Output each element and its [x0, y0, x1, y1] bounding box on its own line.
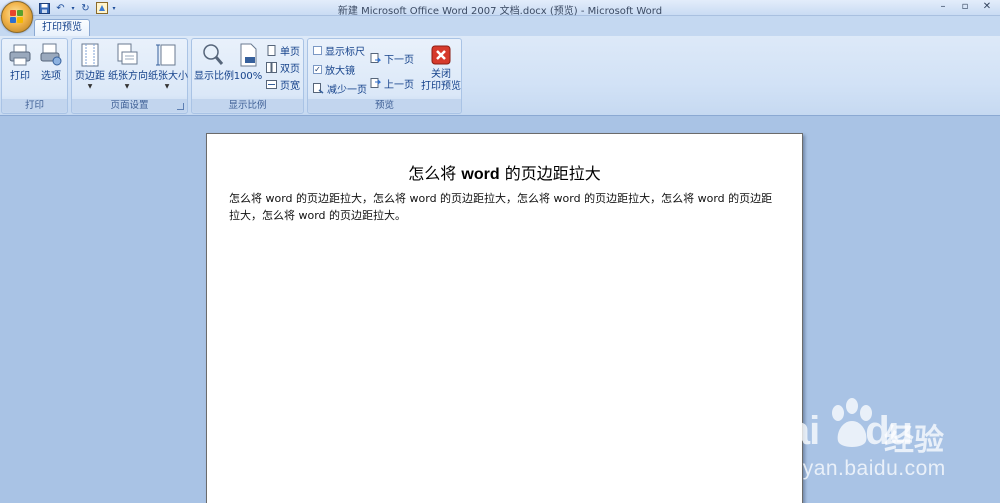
title-post: 的页边距拉大: [499, 164, 601, 183]
zoom-label: 显示比例: [194, 71, 234, 82]
page-setup-group-label: 页面设置: [72, 99, 187, 112]
magnifier-label: 放大镜: [325, 66, 355, 77]
page-width-icon: [266, 79, 277, 90]
options-button[interactable]: 选项: [36, 41, 66, 101]
next-page-button[interactable]: 下一页: [370, 51, 414, 66]
zoom-button[interactable]: 显示比例: [194, 41, 234, 101]
window-controls: – ▫ ✕: [932, 0, 998, 14]
show-ruler-label: 显示标尺: [325, 47, 365, 58]
title-pre: 怎么将: [408, 164, 462, 183]
ribbon-tab-row: 打印预览: [0, 16, 1000, 36]
size-button[interactable]: 纸张大小 ▼: [148, 41, 188, 101]
print-options-icon: [39, 43, 63, 67]
size-dropdown-icon: ▼: [164, 83, 170, 90]
close-print-preview-button[interactable]: 关闭 打印预览: [420, 41, 462, 101]
document-page[interactable]: 怎么将 word 的页边距拉大 怎么将 word 的页边距拉大，怎么将 word…: [206, 133, 803, 503]
zoom-group: 显示比例 100% 单页 双页 页宽 显示比例: [191, 38, 304, 114]
close-window-button[interactable]: ✕: [976, 0, 998, 14]
hundred-percent-label: 100%: [233, 71, 263, 82]
print-group-label: 打印: [2, 99, 67, 112]
printer-icon: [8, 43, 32, 67]
watermark-jingyan: 经验: [884, 423, 944, 458]
magnifier-checkbox[interactable]: ✓ 放大镜: [313, 62, 355, 77]
shrink-one-page-button[interactable]: 减少一页: [313, 81, 367, 96]
ribbon: 打印 选项 打印 页边距 ▼ 纸张方向 ▼ 纸张大小 ▼ 页面设置 显示比例 1…: [0, 36, 1000, 116]
window-title: 新建 Microsoft Office Word 2007 文档.docx (预…: [337, 6, 663, 17]
show-ruler-check-icon: [313, 46, 322, 55]
page-setup-group: 页边距 ▼ 纸张方向 ▼ 纸张大小 ▼ 页面设置: [71, 38, 188, 114]
orientation-icon: [115, 43, 139, 67]
preview-group-label: 预览: [308, 99, 461, 112]
minimize-button[interactable]: –: [932, 0, 954, 14]
next-page-icon: [370, 53, 382, 64]
document-title: 怎么将 word 的页边距拉大: [207, 160, 802, 184]
page-setup-launcher-icon[interactable]: [177, 103, 184, 110]
show-ruler-checkbox[interactable]: 显示标尺: [313, 43, 365, 58]
size-label: 纸张大小: [148, 71, 188, 82]
margins-dropdown-icon: ▼: [87, 83, 93, 90]
office-button[interactable]: [1, 1, 33, 33]
shrink-one-page-icon: [313, 83, 324, 94]
close-label-line2: 打印预览: [421, 81, 461, 92]
title-bar: ↶ ▾ ↻ ▾ 新建 Microsoft Office Word 2007 文档…: [0, 0, 1000, 17]
close-red-x-icon: [429, 43, 453, 67]
magnifier-icon: [201, 43, 225, 67]
one-page-label: 单页: [280, 47, 300, 58]
document-body-text: 怎么将 word 的页边距拉大，怎么将 word 的页边距拉大，怎么将 word…: [229, 192, 773, 222]
watermark-url: jingyan.baidu.com: [768, 457, 946, 480]
margins-label: 页边距: [75, 71, 105, 82]
prev-page-button[interactable]: 上一页: [370, 76, 414, 91]
print-button[interactable]: 打印: [5, 41, 35, 101]
hundred-percent-button[interactable]: 100%: [233, 41, 263, 101]
page-width-label: 页宽: [280, 81, 300, 92]
print-label: 打印: [10, 71, 30, 82]
prev-page-label: 上一页: [384, 80, 414, 91]
orientation-label: 纸张方向: [108, 71, 148, 82]
two-pages-button[interactable]: 双页: [266, 60, 300, 75]
two-pages-icon: [266, 62, 277, 73]
office-logo-icon: [10, 10, 24, 24]
options-label: 选项: [41, 71, 61, 82]
page-width-button[interactable]: 页宽: [266, 77, 300, 92]
margins-icon: [78, 43, 102, 67]
zoom-group-label: 显示比例: [192, 99, 303, 112]
print-group: 打印 选项 打印: [1, 38, 68, 114]
orientation-button[interactable]: 纸张方向 ▼: [108, 41, 148, 101]
preview-group: 显示标尺 ✓ 放大镜 减少一页 下一页 上一页 关闭 打印预览 预览: [307, 38, 462, 114]
shrink-one-page-label: 减少一页: [327, 85, 367, 96]
next-page-label: 下一页: [384, 55, 414, 66]
hundred-percent-icon: [236, 43, 260, 67]
one-page-button[interactable]: 单页: [266, 43, 300, 58]
baidu-jingyan-watermark: Bai du 经验 jingyan.baidu.com: [760, 395, 990, 495]
margins-button[interactable]: 页边距 ▼: [74, 41, 106, 101]
prev-page-icon: [370, 78, 382, 89]
tab-print-preview[interactable]: 打印预览: [34, 19, 90, 36]
close-label-line1: 关闭: [431, 69, 451, 80]
magnifier-check-icon: ✓: [313, 65, 322, 74]
orientation-dropdown-icon: ▼: [124, 83, 130, 90]
one-page-icon: [266, 45, 277, 56]
two-pages-label: 双页: [280, 64, 300, 75]
watermark-brand-bai: Bai: [760, 409, 820, 453]
title-bold: word: [461, 166, 500, 183]
maximize-button[interactable]: ▫: [954, 0, 976, 14]
paper-size-icon: [155, 43, 179, 67]
